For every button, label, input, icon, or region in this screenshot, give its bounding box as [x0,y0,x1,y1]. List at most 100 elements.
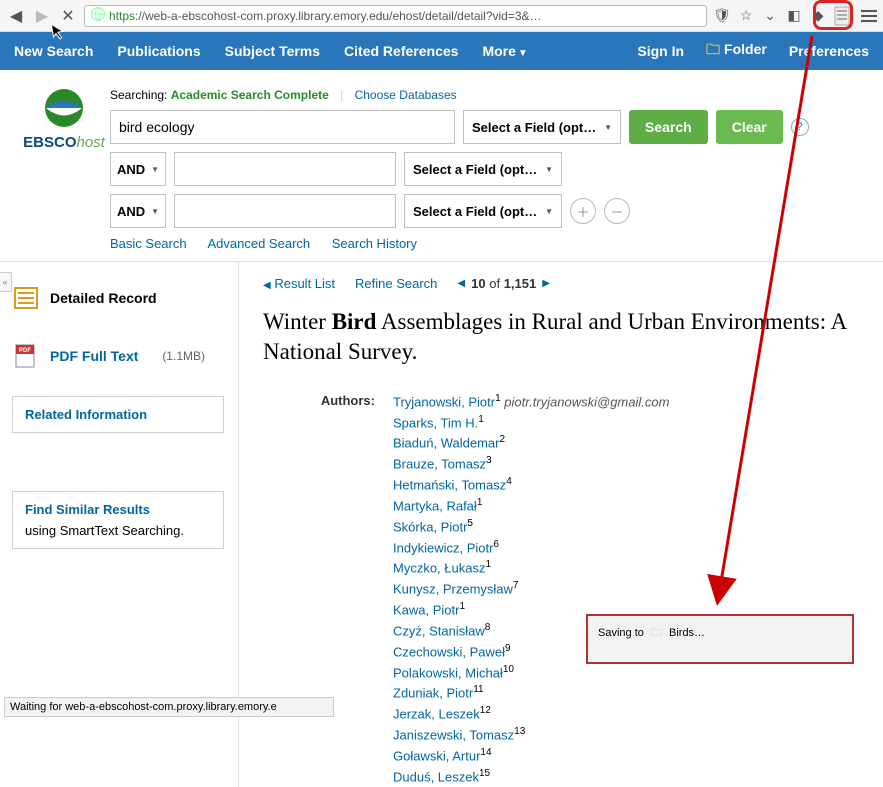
authors-list: Tryjanowski, Piotr1 piotr.tryjanowski@gm… [393,391,863,787]
field-select-2[interactable]: Select a Field (option… [404,152,562,186]
author-link[interactable]: Jerzak, Leszek [393,707,480,722]
nav-more[interactable]: More▼ [482,43,527,59]
url-text: https://web-a-ebscohost-com.proxy.librar… [109,9,700,23]
search-term-2[interactable] [174,152,396,186]
nav-sign-in[interactable]: Sign In [637,43,684,59]
stop-button[interactable]: ✕ [58,6,78,26]
nav-cited-references[interactable]: Cited References [344,43,458,59]
related-info-box: Related Information [12,396,224,433]
related-info-link[interactable]: Related Information [25,407,147,422]
pdf-icon: PDF [12,342,40,370]
forward-button: ▶ [32,6,52,26]
clear-button[interactable]: Clear [716,110,783,144]
author-entry: Polakowski, Michał10 [393,662,863,683]
search-mode-links: Basic Search Advanced Search Search Hist… [110,236,873,251]
brand-text: EBSCOhost [18,134,110,151]
basic-search-link[interactable]: Basic Search [110,236,187,251]
pdf-full-text-link[interactable]: PDF PDF Full Text (1.1MB) [12,336,224,376]
author-email: piotr.tryjanowski@gmail.com [501,394,670,409]
zotero-icon[interactable] [833,7,851,25]
operator-select-2[interactable]: AND [110,152,166,186]
logo[interactable]: EBSCOhost [18,88,110,251]
author-link[interactable]: Brauze, Tomasz [393,457,486,472]
nav-folder[interactable]: 🗀Folder [706,39,767,63]
menu-button[interactable] [861,10,877,22]
author-link[interactable]: Duduś, Leszek [393,769,479,784]
result-list-link[interactable]: Result List [274,276,335,291]
author-entry: Sparks, Tim H.1 [393,412,863,433]
author-link[interactable]: Czyż, Stanisław [393,623,485,638]
nav-new-search[interactable]: New Search [14,43,93,59]
extension-icon-2[interactable]: ◆ [809,7,827,25]
find-similar-link[interactable]: Find Similar Results [25,502,211,517]
advanced-search-link[interactable]: Advanced Search [208,236,311,251]
pocket-icon[interactable]: ⌄ [761,7,779,25]
field-select-1[interactable]: Select a Field (option… [463,110,621,144]
zotero-save-popup: Saving to 🗀 Birds… [586,614,854,664]
field-select-3[interactable]: Select a Field (option… [404,194,562,228]
author-link[interactable]: Myczko, Łukasz [393,561,485,576]
author-entry: Duduś, Leszek15 [393,766,863,787]
author-entry: Martyka, Rafał1 [393,495,863,516]
record-position: 10 of 1,151 [471,276,536,291]
record-content: ◀ Result List Refine Search ◀ 10 of 1,15… [239,262,883,787]
author-link[interactable]: Czechowski, Paweł [393,644,505,659]
svg-text:PDF: PDF [19,348,31,354]
prev-record-button[interactable]: ◀ [457,278,465,289]
author-link[interactable]: Biaduń, Waldemar [393,436,499,451]
back-button[interactable]: ◀ [6,6,26,26]
search-button[interactable]: Search [629,110,708,144]
similar-subtext: using SmartText Searching. [25,523,211,538]
author-entry: Goławski, Artur14 [393,745,863,766]
popup-text: Saving to 🗀 Birds… [598,624,705,643]
author-entry: Biaduń, Waldemar2 [393,432,863,453]
author-link[interactable]: Skórka, Piotr [393,519,467,534]
author-link[interactable]: Sparks, Tim H. [393,415,478,430]
add-row-button[interactable]: ＋ [570,198,596,224]
author-entry: Myczko, Łukasz1 [393,557,863,578]
author-link[interactable]: Hetmański, Tomasz [393,477,506,492]
search-term-1[interactable] [110,110,455,144]
search-term-3[interactable] [174,194,396,228]
authors-label: Authors: [263,391,393,787]
search-area: EBSCOhost Searching: Academic Search Com… [0,70,883,261]
author-entry: Skórka, Piotr5 [393,516,863,537]
choose-databases-link[interactable]: Choose Databases [355,88,457,102]
author-link[interactable]: Kunysz, Przemysław [393,582,513,597]
nav-subject-terms[interactable]: Subject Terms [225,43,320,59]
browser-toolbar: ◀ ▶ ✕ https://web-a-ebscohost-com.proxy.… [0,0,883,32]
detailed-record-link[interactable]: Detailed Record [12,278,224,318]
star-icon[interactable]: ☆ [737,7,755,25]
result-nav: ◀ Result List Refine Search ◀ 10 of 1,15… [263,276,863,291]
shield-icon[interactable]: 🛡 [713,7,731,25]
author-entry: Hetmański, Tomasz4 [393,474,863,495]
author-entry: Tryjanowski, Piotr1 piotr.tryjanowski@gm… [393,391,863,412]
author-link[interactable]: Martyka, Rafał [393,498,477,513]
status-bar: Waiting for web-a-ebscohost-com.proxy.li… [4,697,334,717]
database-name: Academic Search Complete [171,88,329,102]
record-icon [12,284,40,312]
author-entry: Janiszewski, Tomasz13 [393,724,863,745]
author-link[interactable]: Zduniak, Piotr [393,686,473,701]
help-icon[interactable]: ? [791,118,809,136]
search-history-link[interactable]: Search History [332,236,417,251]
author-link[interactable]: Tryjanowski, Piotr [393,394,495,409]
globe-icon [91,7,105,24]
author-link[interactable]: Kawa, Piotr [393,602,459,617]
collapse-sidebar-button[interactable]: « [0,272,12,292]
author-link[interactable]: Indykiewicz, Piotr [393,540,493,555]
author-link[interactable]: Polakowski, Michał [393,665,503,680]
author-entry: Kunysz, Przemysław7 [393,578,863,599]
top-nav: New Search Publications Subject Terms Ci… [0,32,883,70]
address-bar[interactable]: https://web-a-ebscohost-com.proxy.librar… [84,5,707,27]
author-link[interactable]: Janiszewski, Tomasz [393,727,514,742]
remove-row-button[interactable]: － [604,198,630,224]
author-link[interactable]: Goławski, Artur [393,748,480,763]
chevron-left-icon: ◀ [263,280,271,291]
operator-select-3[interactable]: AND [110,194,166,228]
extension-icon-1[interactable]: ◧ [785,7,803,25]
refine-search-link[interactable]: Refine Search [355,276,437,291]
nav-preferences[interactable]: Preferences [789,43,869,59]
nav-publications[interactable]: Publications [117,43,200,59]
next-record-button[interactable]: ▶ [542,278,550,289]
